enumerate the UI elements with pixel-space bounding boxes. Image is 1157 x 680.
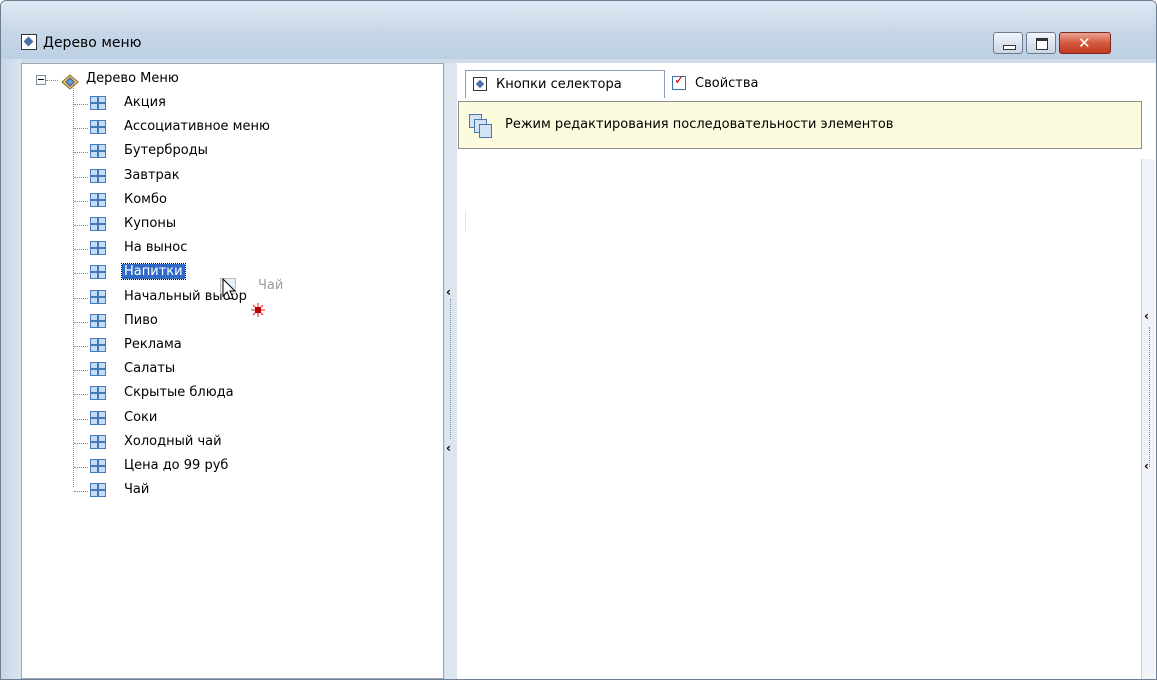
- grid-menu-icon: [90, 217, 106, 231]
- tree-item-label: Чай: [124, 482, 150, 498]
- right-splitter[interactable]: ‹ ‹: [1141, 159, 1155, 679]
- panel-splitter[interactable]: ‹ ‹: [445, 63, 457, 679]
- tree-item[interactable]: Реклама: [22, 336, 322, 356]
- grid-menu-icon: [90, 313, 106, 328]
- text-caret: [465, 211, 466, 231]
- tree-item[interactable]: Купоны: [22, 215, 322, 235]
- tree-item-label: Комбо: [124, 191, 167, 207]
- drag-preview-label: Чай: [258, 278, 284, 293]
- tab-properties[interactable]: Свойства: [665, 70, 805, 98]
- title-bar[interactable]: Дерево меню ✕: [1, 1, 1156, 59]
- tree-item[interactable]: Холодный чай: [22, 433, 322, 453]
- tree-item[interactable]: Соки: [22, 409, 322, 429]
- collapse-icon[interactable]: [36, 75, 46, 85]
- grid-menu-icon: [90, 410, 106, 425]
- properties-panel: Кнопки селектора Свойства Режим редактир…: [457, 63, 1156, 679]
- window-title: Дерево меню: [43, 35, 142, 51]
- tree-item-label: Акция: [124, 95, 166, 110]
- grid-menu-icon: [90, 168, 106, 183]
- copy-pages-icon: [469, 114, 492, 138]
- collapse-left-arrow-icon-2[interactable]: ‹: [446, 441, 451, 455]
- tree-item[interactable]: Скрытые блюда: [22, 384, 322, 404]
- tree-item[interactable]: Пиво: [22, 312, 322, 332]
- mode-infobar: Режим редактирования последовательности …: [458, 101, 1142, 149]
- collapse-left-arrow-icon[interactable]: ‹: [446, 285, 451, 299]
- tree-item[interactable]: Бутерброды: [22, 142, 322, 162]
- tree-item-label: Цена до 99 руб: [124, 458, 229, 473]
- collapse-right-arrow-icon[interactable]: ‹: [1144, 309, 1149, 323]
- tree-item[interactable]: На вынос: [22, 239, 322, 259]
- grid-menu-icon: [90, 338, 106, 352]
- tree-item-label: Пиво: [124, 312, 158, 328]
- minimize-icon: [1003, 45, 1016, 50]
- tree-item-label: Ассоциативное меню: [124, 119, 270, 135]
- grid-menu-icon: [90, 265, 106, 280]
- grid-menu-icon: [90, 144, 106, 159]
- menu-tree-panel[interactable]: Дерево Меню Акция Ассоциативное меню Бутер…: [21, 63, 444, 679]
- tree-root-label: Дерево Меню: [86, 71, 179, 86]
- tree-item[interactable]: Завтрак: [22, 167, 322, 187]
- tree-item[interactable]: Цена до 99 руб: [22, 457, 322, 477]
- tree-item[interactable]: Акция: [22, 94, 322, 114]
- tab-label: Свойства: [695, 76, 759, 91]
- tree-item-label: Напитки: [121, 263, 186, 281]
- tree-item[interactable]: Ассоциативное меню: [22, 118, 322, 138]
- tree-item[interactable]: Комбо: [22, 191, 322, 211]
- grid-menu-icon: [90, 241, 106, 256]
- tree-item-label: Соки: [124, 409, 158, 425]
- main-window: Дерево меню ✕ Дерево Меню Акция Ассоциати…: [0, 0, 1157, 680]
- grid-menu-icon: [90, 434, 106, 449]
- drop-target-icon: [251, 303, 265, 317]
- app-icon: [21, 34, 37, 50]
- tree-item-label: Реклама: [124, 337, 182, 352]
- tree-item[interactable]: Чай: [22, 481, 322, 501]
- tab-label: Кнопки селектора: [496, 77, 622, 92]
- tree-item-label: На вынос: [124, 240, 188, 256]
- tree-root[interactable]: Дерево Меню: [22, 70, 322, 90]
- menu-tree-root-icon: [61, 74, 79, 90]
- mouse-cursor-icon: [222, 278, 237, 300]
- grid-menu-icon: [90, 483, 106, 498]
- maximize-button[interactable]: [1026, 32, 1056, 54]
- grid-menu-icon: [90, 459, 106, 473]
- collapse-right-arrow-icon-2[interactable]: ‹: [1144, 459, 1149, 473]
- minimize-button[interactable]: [993, 32, 1023, 54]
- tree-item-label: Холодный чай: [124, 433, 222, 449]
- grid-menu-icon: [90, 362, 106, 377]
- tree-item-label: Салаты: [124, 361, 176, 377]
- tree-item[interactable]: Салаты: [22, 360, 322, 380]
- tab-selector-buttons[interactable]: Кнопки селектора: [465, 70, 665, 98]
- close-button[interactable]: ✕: [1059, 32, 1111, 54]
- tree-item-label: Купоны: [124, 216, 177, 231]
- window-left-border: [1, 1, 21, 679]
- editor-area[interactable]: [458, 149, 1141, 679]
- grid-menu-icon: [90, 192, 106, 207]
- grid-menu-icon: [90, 386, 106, 401]
- checkbox-icon: [672, 73, 686, 90]
- tree-item-label: Скрытые блюда: [124, 385, 234, 401]
- tree-item-label: Бутерброды: [124, 143, 208, 159]
- close-icon: ✕: [1078, 34, 1091, 52]
- tree-item-label: Завтрак: [124, 167, 180, 183]
- infobar-text: Режим редактирования последовательности …: [505, 117, 894, 132]
- maximize-icon: [1036, 38, 1048, 50]
- grid-menu-icon: [90, 96, 106, 110]
- selector-icon: [473, 77, 487, 91]
- grid-menu-icon: [90, 120, 106, 135]
- grid-menu-icon: [90, 289, 106, 304]
